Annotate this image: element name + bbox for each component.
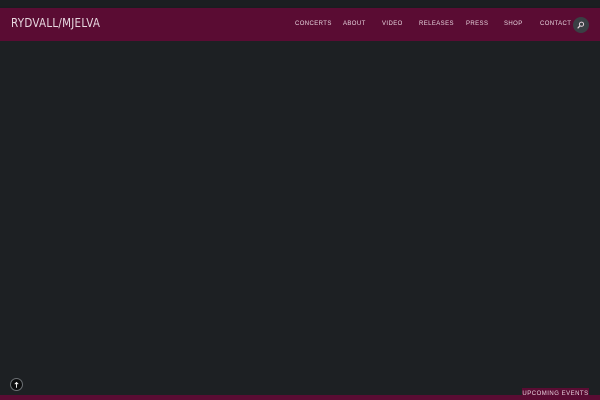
site-header: RYDVALL/MJELVA CONCERTS ABOUT VIDEO RELE… xyxy=(0,8,600,41)
site-logo[interactable]: RYDVALL/MJELVA xyxy=(11,16,100,30)
nav-item-concerts[interactable]: CONCERTS xyxy=(295,21,332,27)
scroll-top-button[interactable] xyxy=(10,378,23,391)
upcoming-events-tab[interactable]: UPCOMING EVENTS xyxy=(522,388,589,400)
search-icon xyxy=(577,21,585,29)
top-strip xyxy=(0,0,600,8)
nav-item-releases[interactable]: RELEASES xyxy=(419,21,454,27)
search-button[interactable] xyxy=(573,17,589,33)
nav-item-about[interactable]: ABOUT xyxy=(343,21,366,27)
main-content xyxy=(0,41,600,395)
nav-item-video[interactable]: VIDEO xyxy=(382,21,403,27)
nav-item-press[interactable]: PRESS xyxy=(466,21,488,27)
nav-item-contact[interactable]: CONTACT xyxy=(540,21,571,27)
footer-bar xyxy=(0,395,600,400)
nav-item-shop[interactable]: SHOP xyxy=(504,21,523,27)
arrow-up-icon xyxy=(14,382,19,388)
